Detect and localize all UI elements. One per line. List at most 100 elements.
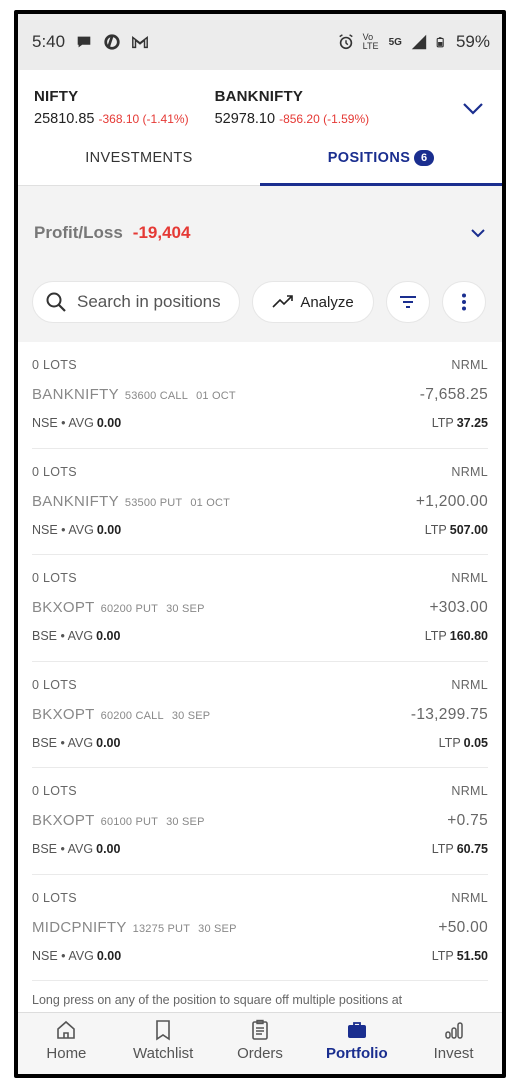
clipboard-icon <box>252 1019 268 1040</box>
analyze-label: Analyze <box>300 293 354 311</box>
ltp-label: LTP <box>424 522 447 537</box>
position-row[interactable]: 0 LOTS NRML BKXOPT 60100 PUT 30 SEP +0.75 BS… <box>32 768 488 875</box>
nav-label: Invest <box>433 1045 474 1062</box>
position-exchange: BSE • AVG <box>32 842 94 856</box>
position-exchange: NSE • AVG <box>32 948 94 963</box>
position-symbol: BKXOPT <box>32 705 95 723</box>
tab-investments[interactable]: INVESTMENTS <box>18 144 260 185</box>
alarm-icon <box>338 34 353 50</box>
filter-icon <box>400 296 416 308</box>
position-pnl: +1,200.00 <box>415 492 488 510</box>
position-lots: 0 LOTS <box>32 784 77 798</box>
position-lots: 0 LOTS <box>32 464 77 479</box>
divider <box>18 186 502 204</box>
ltp-label: LTP <box>431 842 454 856</box>
position-row[interactable]: 0 LOTS NRML MIDCPNIFTY 13275 PUT 30 SEP +50.… <box>32 875 488 981</box>
index-value: 25810.85 <box>34 111 95 127</box>
chevron-down-icon[interactable] <box>470 228 486 238</box>
position-pnl: -7,658.25 <box>419 386 488 403</box>
position-strike: 60200 CALL <box>100 709 164 722</box>
position-symbol: MIDCPNIFTY <box>32 918 127 936</box>
position-exchange: BSE • AVG <box>32 629 94 643</box>
position-avg: 0.00 <box>96 735 121 750</box>
profit-loss-value: -19,404 <box>132 223 191 242</box>
bottom-navigation: Home Watchlist Orders Portfolio Invest <box>18 1012 502 1074</box>
filter-button[interactable] <box>386 281 430 323</box>
position-row[interactable]: 0 LOTS NRML BKXOPT 60200 CALL 30 SEP -13,299… <box>32 662 488 768</box>
position-row[interactable]: 0 LOTS NRML BANKNIFTY 53500 PUT 01 OCT +1,20… <box>32 449 488 555</box>
position-expiry: 30 SEP <box>166 603 205 615</box>
nav-watchlist[interactable]: Watchlist <box>115 1013 212 1074</box>
position-exchange: NSE • AVG <box>32 416 94 430</box>
nav-label: Portfolio <box>325 1045 388 1062</box>
position-avg: 0.00 <box>96 522 122 537</box>
tab-positions-label: POSITIONS <box>327 150 411 166</box>
nav-invest[interactable]: Invest <box>405 1013 502 1074</box>
nav-home[interactable]: Home <box>18 1013 115 1074</box>
search-input[interactable] <box>77 292 227 312</box>
position-lots: 0 LOTS <box>32 571 77 585</box>
clock: 5:40 <box>32 32 66 51</box>
trend-up-icon <box>272 295 294 308</box>
position-lots: 0 LOTS <box>32 677 77 692</box>
position-expiry: 01 OCT <box>190 496 231 509</box>
positions-toolbar: Analyze <box>18 262 502 342</box>
analyze-button[interactable]: Analyze <box>252 281 374 323</box>
position-row[interactable]: 0 LOTS NRML BANKNIFTY 53600 CALL 01 OCT -7,6… <box>32 342 488 449</box>
nav-orders[interactable]: Orders <box>212 1013 309 1074</box>
positions-count-badge: 6 <box>414 150 435 166</box>
nav-portfolio[interactable]: Portfolio <box>308 1013 405 1074</box>
position-ltp: 0.05 <box>463 735 488 750</box>
index-change: -368.10 (-1.41%) <box>98 112 189 126</box>
tab-positions[interactable]: POSITIONS 6 <box>260 144 502 185</box>
index-ticker[interactable]: NIFTY 25810.85 -368.10 (-1.41%) BANKNIFT… <box>18 70 502 144</box>
position-avg: 0.00 <box>96 842 121 856</box>
position-expiry: 30 SEP <box>171 709 211 722</box>
nav-label: Watchlist <box>133 1045 194 1062</box>
app-notification-icon <box>104 34 120 50</box>
position-expiry: 30 SEP <box>166 816 205 828</box>
position-product: NRML <box>451 571 488 585</box>
position-strike: 60200 PUT <box>100 603 159 615</box>
position-avg: 0.00 <box>96 948 122 963</box>
bookmark-icon <box>156 1020 170 1041</box>
position-ltp: 160.80 <box>449 629 488 643</box>
chat-icon <box>77 36 91 48</box>
position-pnl: -13,299.75 <box>410 705 488 723</box>
profit-loss-summary[interactable]: Profit/Loss -19,404 <box>18 204 502 262</box>
position-symbol: BANKNIFTY <box>32 492 119 510</box>
profit-loss-label: Profit/Loss <box>34 223 123 242</box>
position-ltp: 60.75 <box>456 842 488 856</box>
position-ltp: 37.25 <box>456 416 488 430</box>
position-expiry: 01 OCT <box>196 390 236 402</box>
nav-label: Orders <box>237 1045 283 1062</box>
position-exchange: NSE • AVG <box>32 522 94 537</box>
ltp-label: LTP <box>438 735 461 750</box>
position-product: NRML <box>451 464 488 479</box>
position-product: NRML <box>451 677 488 692</box>
index-nifty: NIFTY 25810.85 -368.10 (-1.41%) <box>34 88 189 144</box>
battery-icon <box>436 37 444 48</box>
position-product: NRML <box>451 784 488 798</box>
position-symbol: BANKNIFTY <box>32 386 119 403</box>
position-strike: 53600 CALL <box>124 390 189 402</box>
briefcase-icon <box>347 1022 366 1038</box>
index-change: -856.20 (-1.59%) <box>279 112 370 126</box>
position-symbol: BKXOPT <box>32 812 95 829</box>
more-options-button[interactable] <box>442 281 486 323</box>
network-type: 5G <box>388 36 402 48</box>
index-name: NIFTY <box>34 88 79 105</box>
position-avg: 0.00 <box>96 416 122 430</box>
position-strike: 60100 PUT <box>100 816 159 828</box>
chevron-down-icon[interactable] <box>462 102 484 116</box>
search-box[interactable] <box>32 281 240 323</box>
position-lots: 0 LOTS <box>32 358 77 372</box>
position-lots: 0 LOTS <box>32 890 77 905</box>
position-symbol: BKXOPT <box>32 599 95 616</box>
bars-icon <box>444 1022 463 1039</box>
home-icon <box>57 1020 76 1039</box>
position-pnl: +50.00 <box>438 918 488 936</box>
index-value: 52978.10 <box>214 111 276 127</box>
status-bar: 5:40 Vo LTE 5G 59% <box>18 14 502 70</box>
position-row[interactable]: 0 LOTS NRML BKXOPT 60200 PUT 30 SEP +303.00 … <box>32 555 488 662</box>
